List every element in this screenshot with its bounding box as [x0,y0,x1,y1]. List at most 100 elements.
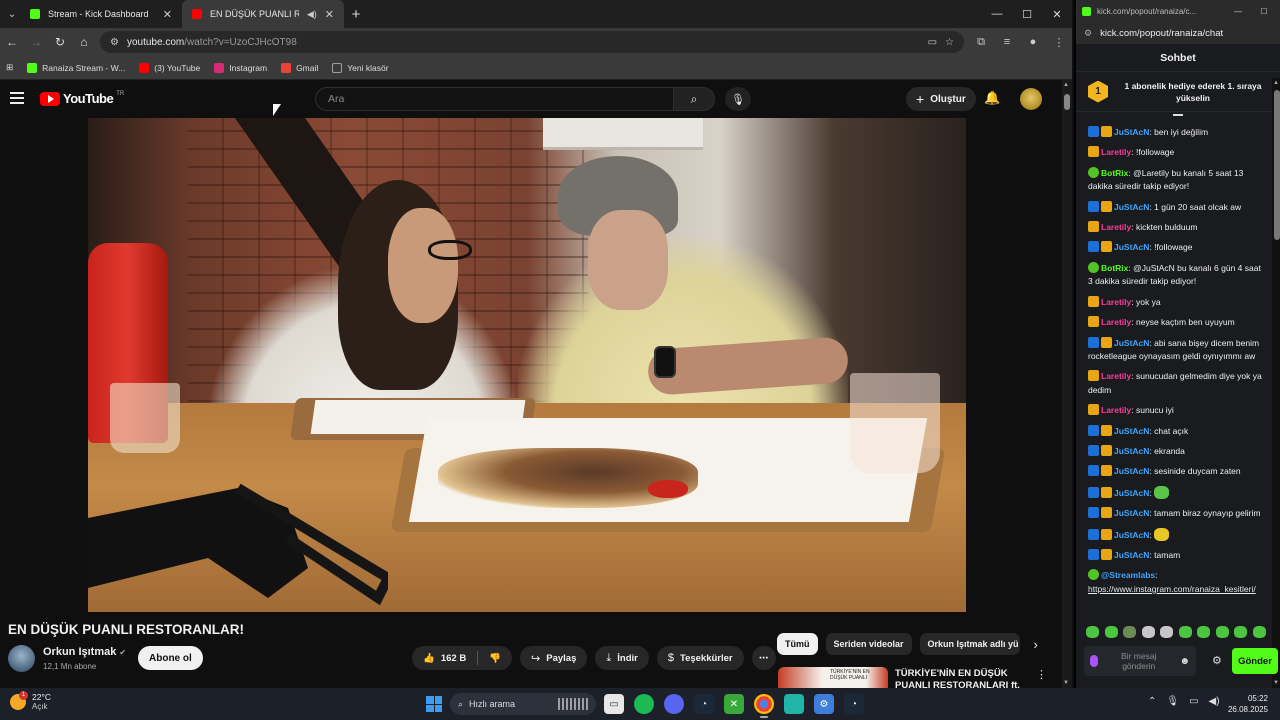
minimize-icon[interactable]: — [982,8,1012,21]
search-button[interactable]: ⌕ [673,87,715,111]
discord-icon[interactable] [664,694,684,714]
chat-username[interactable]: JuStAcN [1114,488,1149,498]
chat-username[interactable]: Laretily [1101,371,1131,381]
back-icon[interactable]: ← [4,35,20,49]
profile-icon[interactable]: ● [1024,36,1042,48]
emoji-picker-icon[interactable]: ☻ [1179,656,1190,667]
collapse-handle-icon[interactable] [1076,112,1280,120]
notifications-bell-icon[interactable]: 🔔 [984,90,1000,106]
channel-name[interactable]: Orkun Işıtmak ✔ [43,646,126,658]
bookmark-youtube[interactable]: (3) YouTube [139,62,200,73]
bookmark-star-icon[interactable]: ☆ [945,37,954,48]
thanks-button[interactable]: $ Teşekkürler [656,646,744,670]
account-avatar[interactable] [1020,88,1042,110]
chat-username[interactable]: Laretily [1101,147,1131,157]
send-button[interactable]: Gönder [1232,648,1278,674]
chat-username[interactable]: JuStAcN [1114,426,1149,436]
site-info-icon[interactable]: ⚙ [110,37,119,48]
apps-grid-icon[interactable]: ⊞ [6,62,13,73]
scroll-up-icon[interactable]: ▲ [1063,82,1069,88]
like-button[interactable]: 👍 162 B [412,646,477,670]
maximize-icon[interactable]: ☐ [1254,7,1274,16]
emote-icon[interactable] [1178,626,1192,638]
chat-username[interactable]: @Streamlabs [1101,570,1155,580]
chat-username[interactable]: JuStAcN [1114,530,1149,540]
network-icon[interactable]: ▭ [1189,696,1198,707]
emote-icon[interactable] [1123,626,1137,638]
chat-url-bar[interactable]: ⚙ kick.com/popout/ranaiza/chat [1076,22,1280,44]
steam-icon[interactable]: ◔ [844,694,864,714]
chat-link[interactable]: https://www.instagram.com/ranaiza_kesitl… [1088,584,1256,594]
site-info-icon[interactable]: ⚙ [1084,28,1092,39]
speaker-icon[interactable]: ◀) [307,9,317,20]
recommended-title[interactable]: TÜRKİYE'NİN EN DÜŞÜK PUANLI RESTORANLARI… [895,668,1035,688]
home-icon[interactable]: ⌂ [76,35,92,49]
more-actions-button[interactable]: ⋯ [751,646,776,670]
emote-icon[interactable] [1104,626,1118,638]
chat-username[interactable]: JuStAcN [1114,242,1149,252]
chat-scrollbar[interactable]: ▲ ▼ [1272,78,1280,688]
emote-icon[interactable] [1197,626,1211,638]
gift-leaderboard-banner[interactable]: 1 1 abonelik hediye ederek 1. sıraya yük… [1076,72,1280,112]
hamburger-menu-icon[interactable] [10,92,24,104]
emote-icon[interactable] [1086,626,1099,638]
spotify-icon[interactable] [634,694,654,714]
recommended-menu-icon[interactable]: ⋮ [1036,668,1047,681]
chat-message-input[interactable]: Bir mesaj gönderin ☻ [1084,646,1196,676]
chat-username[interactable]: JuStAcN [1114,202,1149,212]
new-tab-button[interactable]: + [344,6,368,23]
video-player[interactable] [88,118,966,612]
address-bar[interactable]: ⚙ youtube.com/watch?v=UzoCJHcOT98 ▭ ☆ [100,31,964,53]
weather-widget[interactable]: 1 22°C Açık [10,691,51,712]
chip-all[interactable]: Tümü [777,633,818,655]
chat-username[interactable]: JuStAcN [1114,508,1149,518]
scroll-up-icon[interactable]: ▲ [1273,80,1279,86]
maximize-icon[interactable]: ☐ [1012,8,1042,21]
youtube-logo[interactable]: YouTube TR [40,91,124,106]
close-tab-icon[interactable]: ✕ [163,8,172,21]
voice-search-button[interactable]: 🎙 [725,87,751,111]
extensions-icon[interactable]: ⧉ [972,36,990,49]
chip-series[interactable]: Seriden videolar [825,633,912,655]
tab-search-icon[interactable]: ⌄ [4,6,20,22]
chrome-icon[interactable] [754,694,774,718]
chat-username[interactable]: Laretily [1101,297,1131,307]
emote-icon[interactable] [1160,626,1174,638]
start-button-icon[interactable] [426,696,442,712]
bookmark-gmail[interactable]: Gmail [281,62,318,73]
close-window-icon[interactable]: ✕ [1042,8,1072,21]
chat-username[interactable]: JuStAcN [1114,446,1149,456]
settings-app-icon[interactable]: ⚙ [814,694,834,714]
media-controls-icon[interactable]: ≡ [998,36,1016,48]
steam-icon[interactable]: ◔ [694,694,714,714]
chat-username[interactable]: Laretily [1101,222,1131,232]
page-scrollbar[interactable]: ▲ ▼ [1062,80,1072,688]
search-input[interactable]: Ara [315,87,673,111]
close-tab-icon[interactable]: ✕ [325,8,334,21]
emote-icon[interactable] [1215,626,1229,638]
share-button[interactable]: ↪ Paylaş [520,646,588,670]
bookmark-instagram[interactable]: Instagram [214,62,267,73]
taskbar-search[interactable]: ⌕ Hızlı arama [450,693,596,715]
emote-icon[interactable] [1234,626,1248,638]
volume-icon[interactable]: ◀) [1209,696,1220,707]
chat-settings-gear-icon[interactable]: ⚙ [1212,654,1222,667]
chat-username[interactable]: JuStAcN [1114,338,1149,348]
bookmark-ranaiza[interactable]: Ranaiza Stream - W... [27,62,125,73]
scroll-down-icon[interactable]: ▼ [1273,680,1279,686]
tab-youtube-video[interactable]: EN DÜŞÜK PUANLI RESTORAN ◀) ✕ [182,0,344,28]
app-icon[interactable] [784,694,804,714]
chat-username[interactable]: Laretily [1101,405,1131,415]
microphone-icon[interactable]: 🎙 [1166,696,1179,707]
chat-username[interactable]: BotRix [1101,263,1128,273]
emote-icon[interactable] [1252,626,1266,638]
download-button[interactable]: ⤓ İndir [595,646,649,670]
emote-icon[interactable] [1141,626,1155,638]
minimize-icon[interactable]: — [1228,7,1248,16]
chat-username[interactable]: BotRix [1101,168,1128,178]
chat-username[interactable]: JuStAcN [1114,550,1149,560]
subscribe-button[interactable]: Abone ol [138,646,203,670]
forward-icon[interactable]: → [28,35,44,49]
chat-username[interactable]: JuStAcN [1114,466,1149,476]
menu-kebab-icon[interactable]: ⋮ [1050,36,1068,49]
